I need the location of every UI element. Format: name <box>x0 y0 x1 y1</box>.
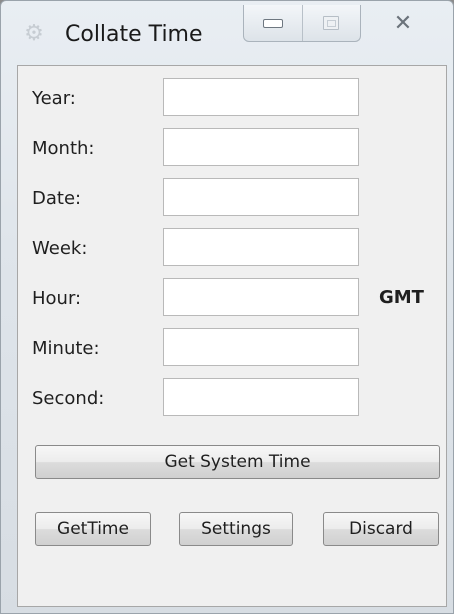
minute-input[interactable] <box>163 328 359 366</box>
week-label: Week: <box>32 238 88 259</box>
close-icon: ✕ <box>393 10 413 36</box>
get-time-button[interactable]: GetTime <box>35 512 151 546</box>
second-input[interactable] <box>163 378 359 416</box>
hour-label: Hour: <box>32 288 82 309</box>
window-title: Collate Time <box>65 22 203 47</box>
second-label: Second: <box>32 388 105 409</box>
minimize-button[interactable] <box>244 5 303 41</box>
date-label: Date: <box>32 188 82 209</box>
form-panel: Year: Month: Date: Week: Hour: GMT Minut… <box>17 65 447 607</box>
gear-icon: ⚙ <box>24 21 44 46</box>
minute-label: Minute: <box>32 338 100 359</box>
date-input[interactable] <box>163 178 359 216</box>
maximize-button[interactable] <box>303 5 361 41</box>
gmt-label: GMT <box>379 287 424 308</box>
settings-button[interactable]: Settings <box>179 512 293 546</box>
get-system-time-button[interactable]: Get System Time <box>35 445 440 479</box>
month-label: Month: <box>32 138 95 159</box>
hour-input[interactable] <box>163 278 359 316</box>
caption-buttons <box>243 5 361 42</box>
year-label: Year: <box>32 88 76 109</box>
title-bar[interactable]: ⚙ Collate Time ✕ <box>1 1 453 65</box>
week-input[interactable] <box>163 228 359 266</box>
year-input[interactable] <box>163 78 359 116</box>
close-button[interactable]: ✕ <box>359 5 447 41</box>
collate-time-window: ⚙ Collate Time ✕ Year: Month: Date: Week… <box>0 0 454 614</box>
maximize-icon <box>323 16 340 30</box>
discard-button[interactable]: Discard <box>323 512 439 546</box>
month-input[interactable] <box>163 128 359 166</box>
minimize-icon <box>262 18 283 28</box>
